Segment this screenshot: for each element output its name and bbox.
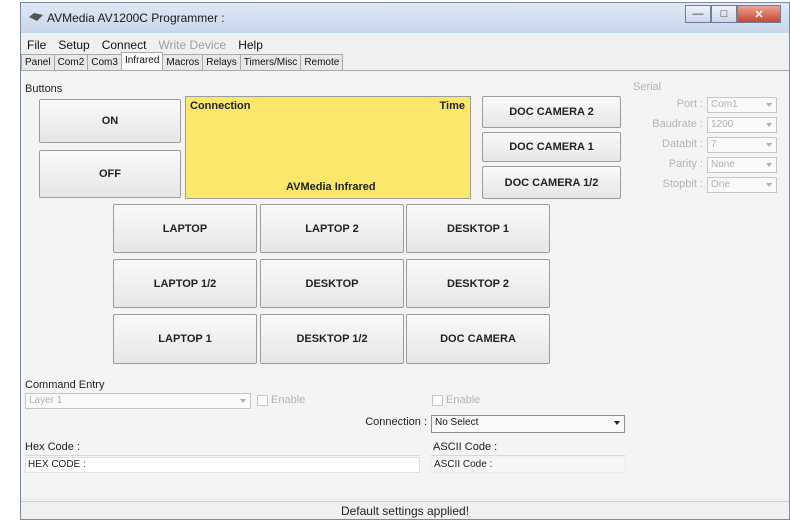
device-name-label: AVMedia Infrared <box>286 181 376 193</box>
status-message: Default settings applied! <box>340 504 470 518</box>
tab-timers-misc[interactable]: Timers/Misc <box>239 54 302 70</box>
databit-label: Databit : <box>662 138 703 150</box>
laptop-1-button[interactable]: LAPTOP 1 <box>113 314 257 364</box>
desktop-button[interactable]: DESKTOP <box>260 259 404 308</box>
chevron-down-icon <box>240 399 246 403</box>
tab-relays[interactable]: Relays <box>202 54 241 70</box>
baudrate-select[interactable]: 1200 <box>707 117 777 133</box>
stopbit-select[interactable]: One <box>707 177 777 193</box>
baudrate-value: 1200 <box>711 119 734 130</box>
ascii-code-label: ASCII Code : <box>433 441 498 453</box>
tab-macros[interactable]: Macros <box>162 54 204 70</box>
enable-right-label: Enable <box>446 394 481 406</box>
hex-divider <box>25 455 420 456</box>
status-bar: Default settings applied! <box>21 501 789 520</box>
desktop-1-2-button[interactable]: DESKTOP 1/2 <box>260 314 404 364</box>
doc-camera-2-button[interactable]: DOC CAMERA 2 <box>482 96 621 128</box>
window-title: AVMedia AV1200C Programmer : <box>47 11 225 25</box>
buttons-group-label: Buttons <box>25 83 63 95</box>
menu-help[interactable]: Help <box>238 38 263 52</box>
time-label: Time <box>439 100 465 112</box>
tab-remote[interactable]: Remote <box>300 54 344 70</box>
stopbit-value: One <box>711 179 730 190</box>
ascii-code-input[interactable]: ASCII Code : <box>431 457 625 473</box>
menu-file[interactable]: File <box>27 38 46 52</box>
parity-select[interactable]: None <box>707 157 777 173</box>
laptop-2-button[interactable]: LAPTOP 2 <box>260 204 404 253</box>
minimize-icon: — <box>692 8 704 20</box>
tab-infrared[interactable]: Infrared <box>120 52 164 70</box>
ascii-code-value: ASCII Code : <box>434 459 493 470</box>
port-label: Port : <box>676 98 703 110</box>
doc-camera-button[interactable]: DOC CAMERA <box>406 314 550 364</box>
port-value: Com1 <box>711 99 738 110</box>
tab-strip: Panel Com2 Com3 Infrared Macros Relays T… <box>21 52 344 70</box>
chevron-down-icon <box>766 123 772 127</box>
title-bar[interactable]: AVMedia AV1200C Programmer : — □ ✕ <box>21 3 789 33</box>
enable-left-checkbox[interactable] <box>257 395 268 406</box>
layer-select[interactable]: Layer 1 <box>25 393 251 409</box>
enable-right-checkbox[interactable] <box>432 395 443 406</box>
off-button[interactable]: OFF <box>39 150 181 198</box>
layer-value: Layer 1 <box>29 395 63 406</box>
menu-connect[interactable]: Connect <box>102 38 147 52</box>
tab-panel[interactable]: Panel <box>21 54 55 70</box>
menu-setup[interactable]: Setup <box>58 38 89 52</box>
connection-value: No Select <box>435 417 479 428</box>
enable-left-label: Enable <box>271 394 306 406</box>
port-select[interactable]: Com1 <box>707 97 777 113</box>
tab-com2[interactable]: Com2 <box>53 54 89 70</box>
parity-value: None <box>711 159 735 170</box>
maximize-button[interactable]: □ <box>711 5 737 23</box>
hex-code-value: HEX CODE : <box>28 459 86 470</box>
stopbit-label: Stopbit : <box>662 178 703 190</box>
chevron-down-icon <box>766 103 772 107</box>
laptop-button[interactable]: LAPTOP <box>113 204 257 253</box>
laptop-1-2-button[interactable]: LAPTOP 1/2 <box>113 259 257 308</box>
desktop-1-button[interactable]: DESKTOP 1 <box>406 204 550 253</box>
chevron-down-icon <box>614 421 620 425</box>
chevron-down-icon <box>766 163 772 167</box>
connection-status-box: Connection Time AVMedia Infrared <box>185 96 471 199</box>
databit-select[interactable]: 7 <box>707 137 777 153</box>
app-window: AVMedia AV1200C Programmer : — □ ✕ File … <box>20 2 790 520</box>
maximize-icon: □ <box>720 8 728 20</box>
connection-field-label: Connection : <box>365 416 427 428</box>
on-button[interactable]: ON <box>39 99 181 143</box>
doc-camera-1-button[interactable]: DOC CAMERA 1 <box>482 132 621 162</box>
close-icon: ✕ <box>754 8 764 21</box>
minimize-button[interactable]: — <box>685 5 711 23</box>
tab-com3[interactable]: Com3 <box>87 54 122 70</box>
menu-write-device: Write Device <box>158 38 227 52</box>
command-entry-label: Command Entry <box>25 379 105 391</box>
chevron-down-icon <box>766 183 772 187</box>
baudrate-label: Baudrate : <box>652 118 703 130</box>
infrared-panel: Buttons ON OFF Connection Time AVMedia I… <box>21 70 789 498</box>
serial-group-label: Serial <box>633 81 662 93</box>
desktop-2-button[interactable]: DESKTOP 2 <box>406 259 550 308</box>
doc-camera-1-2-button[interactable]: DOC CAMERA 1/2 <box>482 166 621 199</box>
close-button[interactable]: ✕ <box>737 5 781 23</box>
hex-code-input[interactable]: HEX CODE : <box>25 457 420 473</box>
databit-value: 7 <box>711 139 717 150</box>
chevron-down-icon <box>766 143 772 147</box>
connection-select[interactable]: No Select <box>431 415 625 433</box>
parity-label: Parity : <box>668 158 703 170</box>
ascii-divider <box>431 455 625 456</box>
hex-code-label: Hex Code : <box>25 441 81 453</box>
app-icon <box>29 13 43 21</box>
connection-label: Connection <box>190 100 251 112</box>
